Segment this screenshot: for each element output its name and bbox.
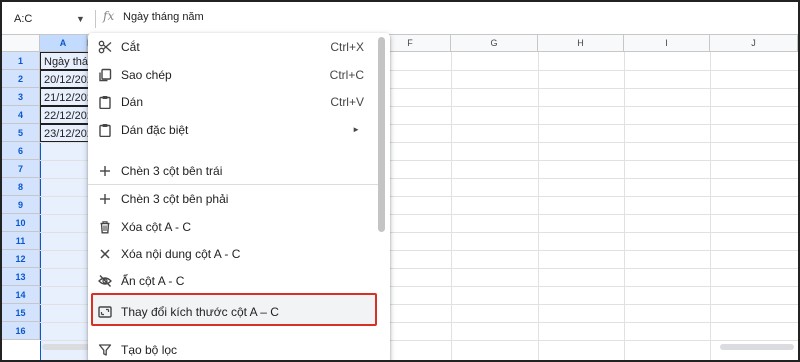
column-header-h[interactable]: H — [538, 35, 624, 52]
menu-item-cat[interactable]: Cắt Ctrl+X — [88, 33, 378, 61]
menu-item-thay-doi-kich-thuoc-cot-a-c[interactable]: Thay đổi kích thước cột A – C — [88, 298, 378, 326]
scissors-icon — [98, 40, 112, 54]
cell-a2[interactable]: 20/12/2023 — [40, 70, 94, 88]
menu-item-xoa-cot-a-c[interactable]: Xóa cột A - C — [88, 213, 378, 241]
row-header-11[interactable]: 11 — [2, 232, 40, 250]
menu-item-label: Dán đặc biệt — [121, 123, 189, 137]
clipboard-icon — [98, 95, 112, 109]
menu-item-label: Sao chép — [121, 68, 172, 82]
row-header-2[interactable]: 2 — [2, 70, 40, 88]
row-header-4[interactable]: 4 — [2, 106, 40, 124]
plus-icon — [98, 192, 112, 206]
menu-item-shortcut: Ctrl+C — [329, 68, 364, 82]
context-menu: Cắt Ctrl+X Sao chép Ctrl+C Dán Ctrl+V Dán đặc … — [88, 33, 390, 362]
menu-item-sao-chep[interactable]: Sao chép Ctrl+C — [88, 61, 378, 89]
menu-item-label: Xóa nội dung cột A - C — [121, 247, 241, 261]
copy-icon — [98, 68, 112, 82]
resize-icon — [98, 305, 112, 319]
cell-a3[interactable]: 21/12/2023 — [40, 88, 94, 106]
eye-off-icon — [98, 274, 112, 288]
grid-column-line — [538, 52, 539, 360]
row-header-14[interactable]: 14 — [2, 286, 40, 304]
formula-input[interactable]: Ngày tháng năm — [123, 11, 204, 23]
menu-item-label: Dán — [121, 95, 144, 109]
row-header-3[interactable]: 3 — [2, 88, 40, 106]
close-icon — [98, 247, 112, 261]
plus-icon — [98, 164, 112, 178]
menu-item-label: Chèn 3 cột bên phải — [121, 192, 229, 206]
menu-item-dan-dac-biet[interactable]: Dán đặc biệt ► — [88, 116, 378, 144]
name-box-value: A:C — [14, 13, 33, 25]
row-header-6[interactable]: 6 — [2, 142, 40, 160]
horizontal-scrollbar-track[interactable] — [720, 344, 794, 350]
menu-item-chen-3-cot-ben-phai[interactable]: Chèn 3 cột bên phải — [88, 185, 378, 213]
menu-item-xoa-noi-dung-cot-a-c[interactable]: Xóa nội dung cột A - C — [88, 240, 378, 268]
menu-item-tao-bo-loc[interactable]: Tạo bộ lọc — [88, 336, 378, 362]
formula-bar-divider — [95, 10, 96, 28]
column-header-g[interactable]: G — [451, 35, 538, 52]
menu-item-shortcut: Ctrl+V — [330, 95, 364, 109]
row-header-13[interactable]: 13 — [2, 268, 40, 286]
column-header-i[interactable]: I — [624, 35, 710, 52]
grid-column-line — [710, 52, 711, 360]
formula-bar: A:C ▼ fx Ngày tháng năm — [2, 2, 798, 35]
cell-a4[interactable]: 22/12/2023 — [40, 106, 94, 124]
menu-item-label: Chèn 3 cột bên trái — [121, 164, 223, 178]
menu-item-label: Thay đổi kích thước cột A – C — [121, 305, 279, 319]
clipboard-icon — [98, 123, 112, 137]
menu-item-an-cot-a-c[interactable]: Ẩn cột A - C — [88, 267, 378, 295]
menu-item-label: Ẩn cột A - C — [121, 274, 185, 288]
grid-column-line — [451, 52, 452, 360]
row-header-5[interactable]: 5 — [2, 124, 40, 142]
row-header-15[interactable]: 15 — [2, 304, 40, 322]
cell-a1[interactable]: Ngày tháng năm — [40, 52, 94, 70]
menu-item-label: Tạo bộ lọc — [121, 343, 178, 357]
menu-item-dan[interactable]: Dán Ctrl+V — [88, 88, 378, 116]
fx-icon: fx — [103, 9, 115, 23]
row-header-9[interactable]: 9 — [2, 196, 40, 214]
row-header-16[interactable]: 16 — [2, 322, 40, 340]
cell-a5[interactable]: 23/12/2023 — [40, 124, 94, 142]
filter-icon — [98, 343, 112, 357]
column-header-a[interactable]: A — [40, 35, 87, 52]
menu-item-chen-3-cot-ben-trai[interactable]: Chèn 3 cột bên trái — [88, 157, 378, 185]
menu-item-label: Cắt — [121, 40, 140, 54]
column-header-j[interactable]: J — [710, 35, 798, 52]
submenu-arrow-icon: ► — [352, 125, 360, 134]
row-header-8[interactable]: 8 — [2, 178, 40, 196]
menu-scrollbar[interactable] — [378, 37, 385, 232]
menu-item-shortcut: Ctrl+X — [330, 40, 364, 54]
trash-icon — [98, 220, 112, 234]
row-header-1[interactable]: 1 — [2, 52, 40, 70]
grid-column-line — [624, 52, 625, 360]
name-box[interactable]: A:C ▼ — [10, 8, 90, 30]
row-header-12[interactable]: 12 — [2, 250, 40, 268]
dropdown-caret-icon[interactable]: ▼ — [76, 8, 85, 30]
menu-item-label: Xóa cột A - C — [121, 220, 192, 234]
row-header-7[interactable]: 7 — [2, 160, 40, 178]
row-header-10[interactable]: 10 — [2, 214, 40, 232]
select-all-corner[interactable] — [2, 35, 40, 52]
